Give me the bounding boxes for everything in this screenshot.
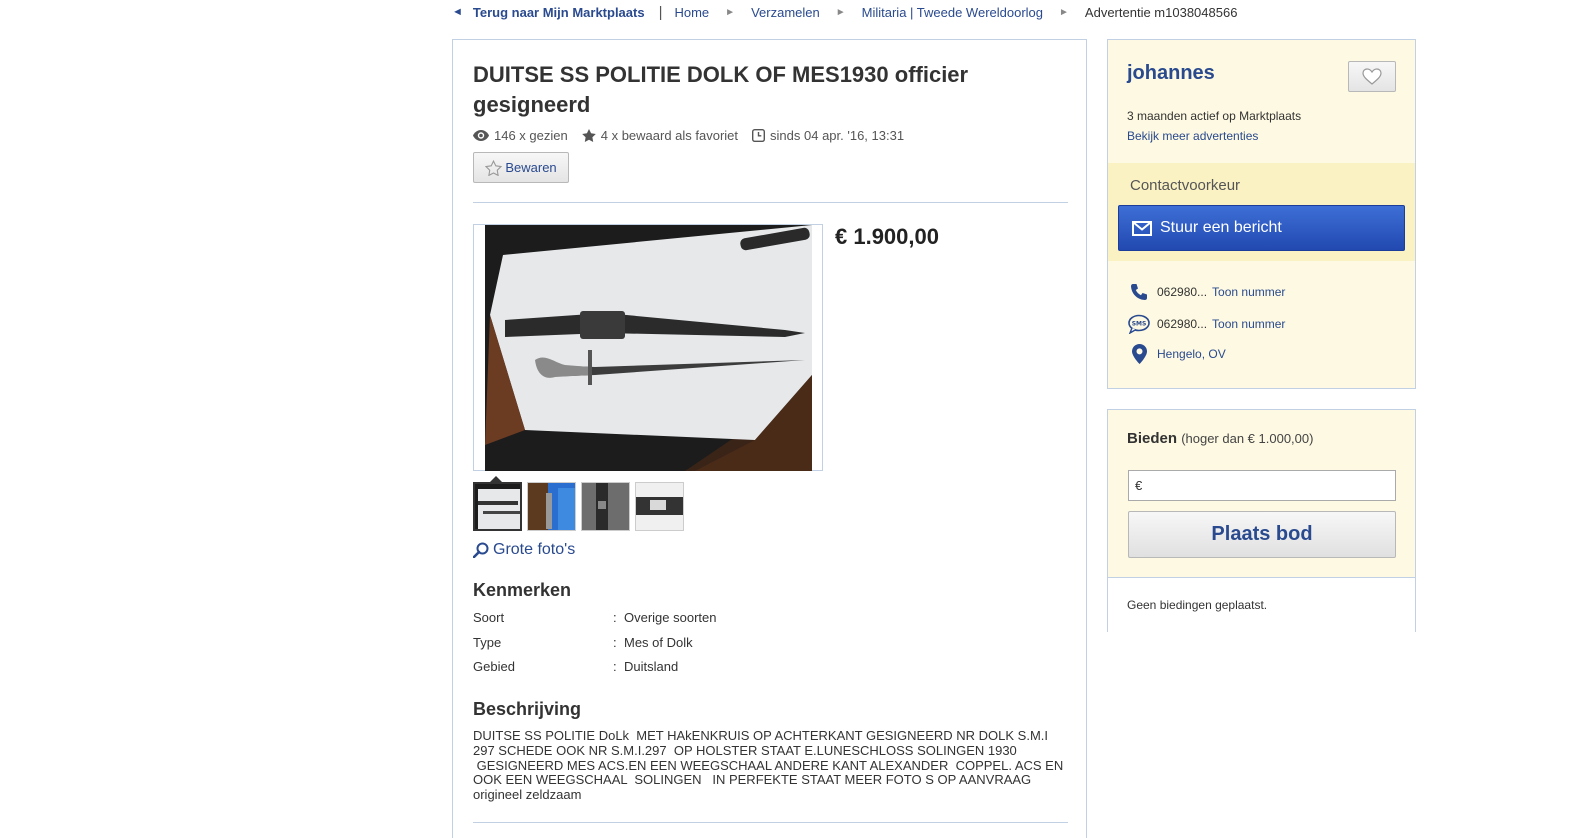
place-bid-button[interactable]: Plaats bod [1128, 511, 1396, 558]
feature-row: Type : Mes of Dolk [473, 635, 873, 651]
thumbnail-1[interactable] [473, 482, 522, 531]
breadcrumb-militaria[interactable]: Militaria | Tweede Wereldoorlog [862, 5, 1043, 20]
features-heading: Kenmerken [473, 580, 572, 600]
breadcrumb-verzamelen[interactable]: Verzamelen [751, 5, 820, 20]
feature-row: Gebied : Duitsland [473, 659, 873, 675]
main-photo[interactable] [485, 225, 812, 471]
feature-key: Gebied [473, 659, 515, 674]
ad-title: DUITSE SS POLITIE DOLK OF MES1930 offici… [473, 62, 969, 117]
sms-row: SMS 062980... Toon nummer [1128, 314, 1285, 334]
bid-card: Bieden (hoger dan € 1.000,00) Plaats bod… [1107, 409, 1416, 632]
eye-icon [473, 130, 489, 141]
save-button-label: Bewaren [505, 160, 557, 175]
show-sms-link[interactable]: Toon nummer [1212, 317, 1285, 331]
ad-card: DUITSE SS POLITIE DOLK OF MES1930 offici… [452, 39, 1087, 838]
star-icon [581, 129, 596, 142]
envelope-icon [1132, 220, 1152, 236]
magnifier-icon [473, 542, 489, 558]
feature-value: Overige soorten [624, 610, 717, 625]
breadcrumb-home[interactable]: Home [674, 5, 709, 20]
feature-value: Duitsland [624, 659, 679, 674]
ad-meta: 146 x gezien 4 x bewaard als favoriet si… [473, 128, 918, 143]
breadcrumb-arrow-icon: ► [1059, 6, 1069, 18]
bid-footer: Geen biedingen geplaatst. [1108, 577, 1415, 632]
seller-card: johannes 3 maanden actief op Marktplaats… [1107, 39, 1416, 389]
send-message-button[interactable]: Stuur een bericht [1118, 205, 1405, 251]
since-stat: sinds 04 apr. '16, 13:31 [752, 128, 904, 143]
breadcrumb: ◄ Terug naar Mijn Marktplaats | Home ► V… [452, 3, 1238, 21]
since-date: sinds 04 apr. '16, 13:31 [770, 128, 905, 143]
feature-value: Mes of Dolk [624, 635, 693, 650]
feature-colon: : [613, 635, 617, 650]
show-phone-link[interactable]: Toon nummer [1212, 285, 1285, 299]
star-outline-icon [485, 159, 503, 176]
thumbnail-strip [473, 482, 689, 531]
phone-number: 062980... [1157, 285, 1208, 299]
location-pin-icon [1128, 344, 1150, 364]
seller-active-since: 3 maanden actief op Marktplaats [1127, 109, 1302, 123]
thumbnail-4[interactable] [635, 482, 684, 531]
main-photo-frame[interactable] [473, 224, 823, 471]
save-favorite-button[interactable]: Bewaren [473, 152, 569, 183]
feature-colon: : [613, 659, 617, 674]
clock-icon [752, 129, 766, 142]
description-text: DUITSE SS POLITIE DoLk MET HAkENKRUIS OP… [473, 728, 1064, 803]
views-stat: 146 x gezien [473, 128, 568, 143]
feature-key: Soort [473, 610, 505, 625]
favorites-count: 4 x bewaard als favoriet [600, 128, 739, 143]
big-photos-link[interactable]: Grote foto's [473, 541, 575, 559]
send-message-label: Stuur een bericht [1160, 219, 1282, 236]
sms-number: 062980... [1157, 317, 1208, 331]
seller-name[interactable]: johannes [1127, 62, 1215, 85]
breadcrumb-arrow-icon: ► [725, 6, 736, 18]
feature-colon: : [613, 610, 617, 625]
divider [473, 202, 1068, 203]
big-photos-label: Grote foto's [493, 541, 576, 558]
price: € 1.900,00 [835, 224, 939, 249]
back-to-my-marktplaats-link[interactable]: Terug naar Mijn Marktplaats [473, 5, 645, 20]
thumbnail-2[interactable] [527, 482, 576, 531]
bid-heading: Bieden (hoger dan € 1.000,00) [1127, 430, 1313, 447]
description-heading: Beschrijving [473, 699, 582, 719]
breadcrumb-separator: | [658, 3, 663, 21]
no-bids-text: Geen biedingen geplaatst. [1127, 598, 1268, 612]
breadcrumb-current: Advertentie m1038048566 [1084, 4, 1238, 20]
location-row: Hengelo, OV [1128, 344, 1226, 364]
feature-row: Soort : Overige soorten [473, 610, 873, 626]
location-link[interactable]: Hengelo, OV [1157, 347, 1226, 361]
phone-row: 062980... Toon nummer [1128, 283, 1285, 301]
divider [473, 822, 1068, 823]
heart-icon [1362, 68, 1382, 85]
breadcrumb-arrow-icon: ► [835, 6, 846, 18]
feature-key: Type [473, 635, 502, 650]
more-ads-link[interactable]: Bekijk meer advertenties [1127, 129, 1258, 143]
bid-minimum: (hoger dan € 1.000,00) [1181, 431, 1314, 446]
bid-title: Bieden [1127, 430, 1178, 447]
contact-preference-label: Contactvoorkeur [1130, 177, 1241, 194]
thumbnail-3[interactable] [581, 482, 630, 531]
bid-amount-input[interactable] [1128, 470, 1396, 501]
favorites-stat: 4 x bewaard als favoriet [581, 128, 739, 143]
sms-icon: SMS [1128, 314, 1150, 334]
views-count: 146 x gezien [494, 128, 568, 143]
svg-text:SMS: SMS [1132, 321, 1147, 328]
phone-icon [1128, 283, 1150, 301]
contact-preference-band: Contactvoorkeur Stuur een bericht [1108, 163, 1415, 261]
favorite-seller-button[interactable] [1348, 61, 1396, 92]
back-arrow-icon[interactable]: ◄ [452, 6, 463, 18]
